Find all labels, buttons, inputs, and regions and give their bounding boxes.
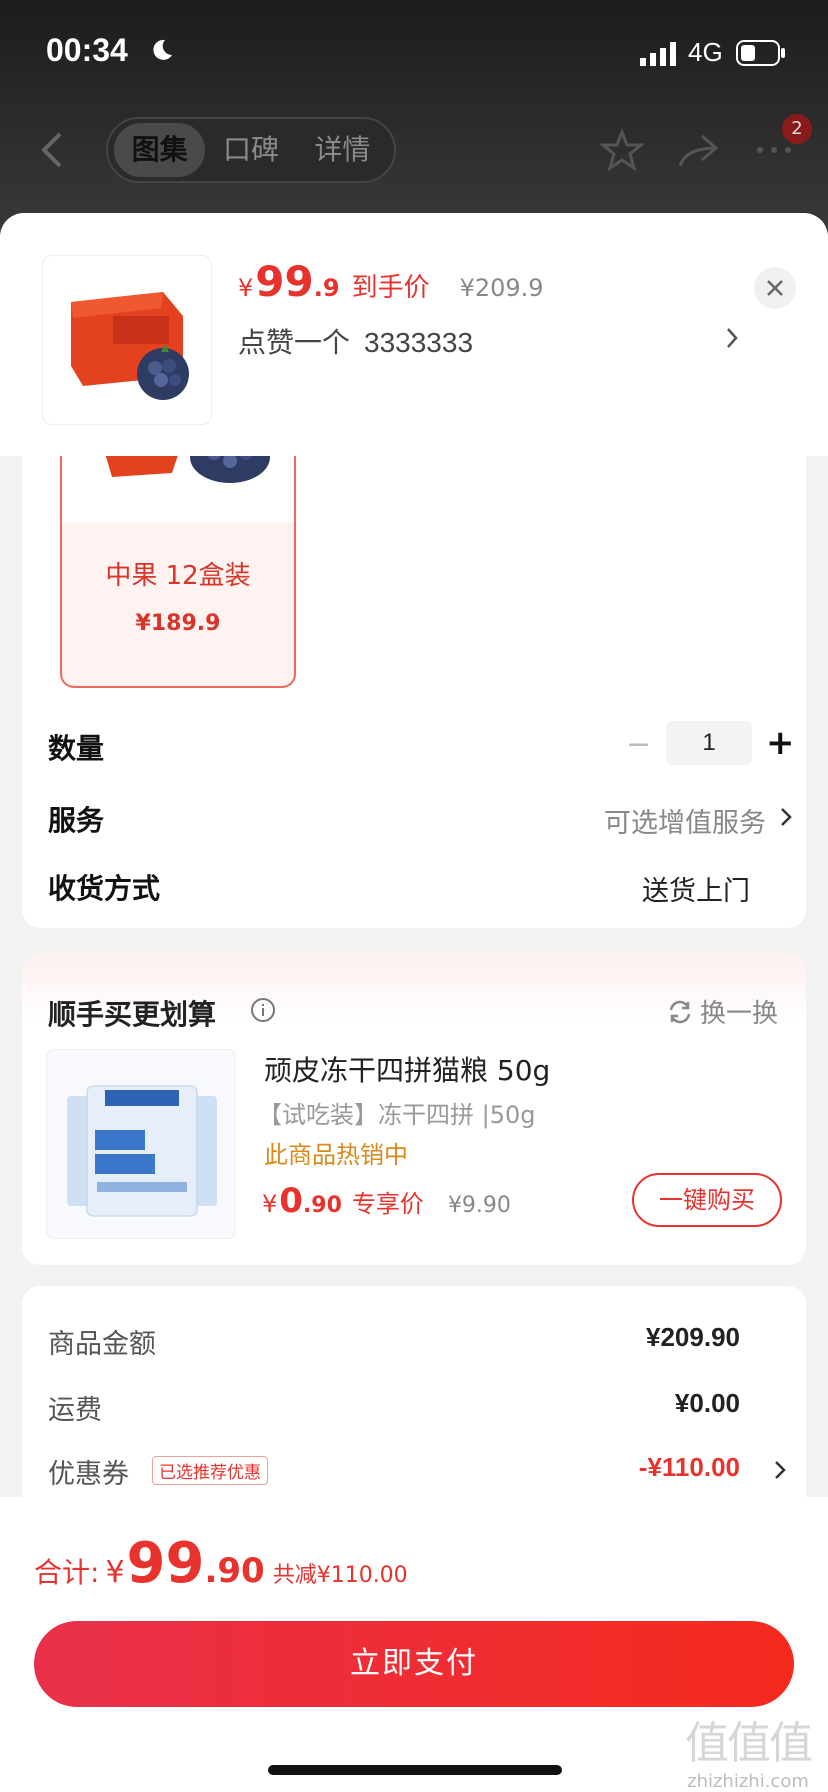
bundle-price-currency: ¥ (262, 1190, 278, 1218)
bundle-price-integer: 0 (279, 1181, 303, 1221)
quantity-increase-button[interactable]: + (766, 723, 795, 763)
watermark: 值值值 zhizhizhi.com (678, 1707, 818, 1792)
star-icon[interactable] (600, 128, 644, 172)
pay-now-button[interactable]: 立即支付 (34, 1621, 794, 1707)
bundle-title: 顺手买更划算 (48, 998, 217, 1031)
bundle-recommendation-card: 顺手买更划算 换一换 顽皮冻干四拼猫粮 50g 【试吃装】冻干四拼 |50g 此… (22, 953, 806, 1265)
price-currency: ¥ (238, 274, 254, 302)
coupon-tag: 已选推荐优惠 (152, 1456, 268, 1485)
product-thumbnail (42, 255, 212, 425)
back-arrow-icon[interactable] (38, 130, 68, 170)
info-icon[interactable] (250, 997, 276, 1023)
quantity-row: 数量 − 1 + (48, 715, 795, 775)
moon-icon (153, 39, 172, 60)
quantity-input[interactable]: 1 (666, 721, 752, 765)
shipping-value: ¥0.00 (674, 1388, 740, 1418)
top-nav: 图集 口碑 详情 2 (0, 110, 828, 190)
home-indicator[interactable] (268, 1765, 562, 1775)
chevron-right-icon (781, 808, 792, 826)
spec-value: 3333333 (364, 327, 474, 358)
service-value: 可选增值服务 (604, 808, 766, 839)
bundle-price-tag: 专享价 (351, 1190, 424, 1218)
delivery-value: 送货上门 (642, 876, 750, 907)
close-icon (767, 280, 783, 296)
selected-spec[interactable]: 点赞一个 3333333 (238, 321, 473, 361)
signal-icon (640, 42, 676, 66)
chevron-right-icon (727, 328, 738, 348)
refresh-icon (669, 1000, 691, 1023)
goods-amount-row: 商品金额 ¥209.90 (48, 1316, 788, 1366)
quantity-decrease-button[interactable]: − (626, 727, 651, 762)
delivery-label: 收货方式 (48, 872, 161, 905)
options-card: 中果 12盒装 ¥189.9 数量 − 1 + 服务 可选增值服务 收货方式 送… (22, 413, 806, 928)
service-label: 服务 (48, 804, 105, 837)
total-integer: 99 (126, 1531, 205, 1596)
shipping-label: 运费 (48, 1395, 102, 1426)
delivery-row[interactable]: 收货方式 送货上门 (48, 855, 788, 915)
close-button[interactable] (754, 267, 796, 309)
coupon-row[interactable]: 优惠券 已选推荐优惠 -¥110.00 (48, 1446, 788, 1496)
battery-icon (736, 40, 785, 66)
total-label: 合计: (34, 1556, 100, 1589)
quantity-label: 数量 (48, 732, 105, 765)
notification-badge: 2 (782, 114, 812, 144)
original-price: ¥209.9 (459, 274, 544, 302)
spec-label: 点赞一个 (238, 326, 351, 359)
total-decimal: .90 (204, 1551, 265, 1591)
coupon-label: 优惠券 (48, 1459, 129, 1490)
status-time: 00:34 (46, 32, 128, 68)
status-bar: 00:34 4G (0, 0, 828, 100)
bundle-product-name[interactable]: 顽皮冻干四拼猫粮 50g (264, 1049, 550, 1089)
network-type: 4G (688, 37, 723, 67)
watermark-logo: 值值值 (685, 1718, 813, 1769)
price-integer: 99 (255, 257, 314, 306)
variant-name: 中果 12盒装 (105, 561, 251, 591)
service-row[interactable]: 服务 可选增值服务 (48, 787, 792, 847)
product-price: ¥ 99 .9 到手价 ¥209.9 (238, 257, 544, 306)
bundle-original-price: ¥9.90 (447, 1193, 511, 1218)
swap-label: 换一换 (700, 999, 779, 1029)
total-saved: 共减¥110.00 (272, 1563, 408, 1588)
sheet-header: ¥ 99 .9 到手价 ¥209.9 点赞一个 3333333 (0, 213, 828, 456)
tab-reviews[interactable]: 口碑 (205, 123, 296, 177)
goods-amount-label: 商品金额 (48, 1329, 156, 1360)
checkout-bar: 合计: ¥ 99 .90 共减¥110.00 立即支付 值值值 zhizhizh… (0, 1497, 828, 1792)
tab-bar: 图集 口碑 详情 (106, 117, 396, 183)
bundle-price: ¥ 0 .90 专享价 ¥9.90 (262, 1181, 511, 1221)
chevron-right-icon (775, 1461, 786, 1479)
tab-details[interactable]: 详情 (297, 123, 388, 177)
final-price-tag: 到手价 (351, 273, 430, 303)
bundle-product-image[interactable] (46, 1049, 236, 1239)
shipping-row: 运费 ¥0.00 (48, 1382, 788, 1432)
total-price: 合计: ¥ 99 .90 共减¥110.00 (34, 1531, 408, 1596)
watermark-site: zhizhizhi.com (687, 1771, 809, 1792)
variant-price: ¥189.9 (135, 611, 221, 636)
total-currency: ¥ (105, 1555, 125, 1590)
one-click-buy-button[interactable]: 一键购买 (632, 1173, 782, 1227)
price-decimal: .9 (313, 274, 340, 302)
variant-option-selected[interactable]: 中果 12盒装 ¥189.9 (60, 443, 296, 688)
goods-amount-value: ¥209.90 (646, 1322, 740, 1352)
tab-gallery[interactable]: 图集 (114, 123, 206, 177)
bundle-product-spec: 【试吃装】冻干四拼 |50g (258, 1101, 536, 1129)
coupon-value: -¥110.00 (638, 1452, 740, 1482)
share-icon[interactable] (676, 128, 720, 172)
bundle-hot-label: 此商品热销中 (264, 1141, 408, 1169)
swap-button[interactable]: 换一换 (666, 993, 778, 1030)
bundle-price-decimal: .90 (302, 1193, 342, 1218)
